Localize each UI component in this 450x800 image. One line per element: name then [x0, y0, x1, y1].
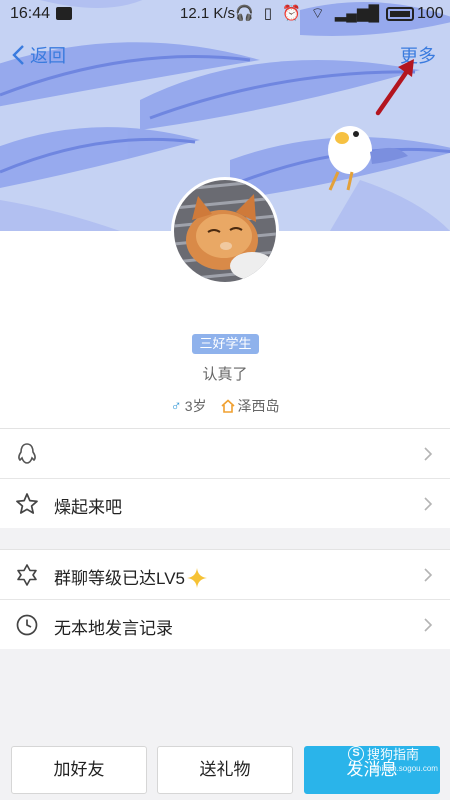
sogou-logo-icon: S: [348, 745, 364, 762]
profile-list-group-2: 群聊等级已达LV5 无本地发言记录: [0, 549, 450, 649]
avatar[interactable]: [171, 177, 279, 285]
honor-badge: 三好学生: [192, 334, 259, 354]
cat-photo-icon: [174, 180, 276, 282]
vibrate-icon: ▯: [263, 5, 272, 22]
arrow-annotation-icon: [375, 59, 414, 116]
wifi-icon: ⌔: [310, 5, 325, 22]
profile-signature: 认真了: [202, 366, 248, 383]
list-item-group-level[interactable]: 群聊等级已达LV5: [0, 550, 450, 600]
list-item-label: 燥起来吧: [54, 498, 122, 517]
chevron-left-icon: [12, 45, 24, 65]
avatar-photo: [174, 180, 276, 282]
penguin-icon: [18, 443, 36, 464]
six-point-star-icon: [17, 564, 37, 586]
male-icon: ♂: [170, 397, 182, 415]
age-info: ♂ 3岁: [170, 396, 206, 416]
location-label: 泽西岛: [237, 398, 280, 414]
chevron-right-icon: [424, 568, 433, 582]
age-label: 3岁: [184, 398, 207, 414]
send-gift-button[interactable]: 送礼物: [157, 746, 293, 794]
alarm-icon: ⏰: [281, 5, 301, 22]
bird-illustration: [328, 126, 408, 191]
battery-icon: [386, 7, 414, 21]
list-item-penguin[interactable]: [0, 429, 450, 479]
sparkle-icon: [187, 568, 207, 588]
chevron-right-icon: [424, 497, 433, 511]
list-item-star[interactable]: 燥起来吧: [0, 479, 450, 529]
message-icon: [56, 7, 72, 20]
back-label: 返回: [30, 46, 66, 66]
status-icons: 🎧 ▯ ⏰ ⌔ ▂▄▆█: [235, 6, 379, 22]
chevron-right-icon: [424, 447, 433, 461]
back-button[interactable]: 返回: [10, 42, 66, 68]
sogou-watermark: S 搜狗指南: [348, 744, 419, 763]
home-icon: [220, 399, 235, 413]
network-speed: 12.1 K/s: [180, 5, 236, 22]
list-item-chat-history[interactable]: 无本地发言记录: [0, 600, 450, 650]
list-item-label: 群聊等级已达LV5: [54, 564, 207, 589]
add-friend-button[interactable]: 加好友: [11, 746, 147, 794]
status-bar: 16:44 12.1 K/s 🎧 ▯ ⏰ ⌔ ▂▄▆█ 100: [0, 0, 450, 28]
watermark-url: zhinan.sogou.com: [373, 764, 438, 773]
profile-list-group-1: 燥起来吧: [0, 428, 450, 528]
clock-icon: [16, 614, 38, 636]
chevron-right-icon: [424, 618, 433, 632]
list-item-label: 无本地发言记录: [54, 619, 173, 638]
location-info: 泽西岛: [220, 396, 280, 416]
headphones-icon: 🎧: [235, 5, 254, 22]
star-icon: [16, 493, 38, 514]
watermark-text: 搜狗指南: [367, 747, 420, 762]
signal-icon: ▂▄▆█: [334, 5, 380, 22]
status-time: 16:44: [10, 5, 51, 22]
group-level-text: 群聊等级已达LV5: [54, 569, 185, 588]
battery-level: 100: [417, 5, 444, 22]
profile-meta: ♂ 3岁 泽西岛: [0, 396, 450, 416]
